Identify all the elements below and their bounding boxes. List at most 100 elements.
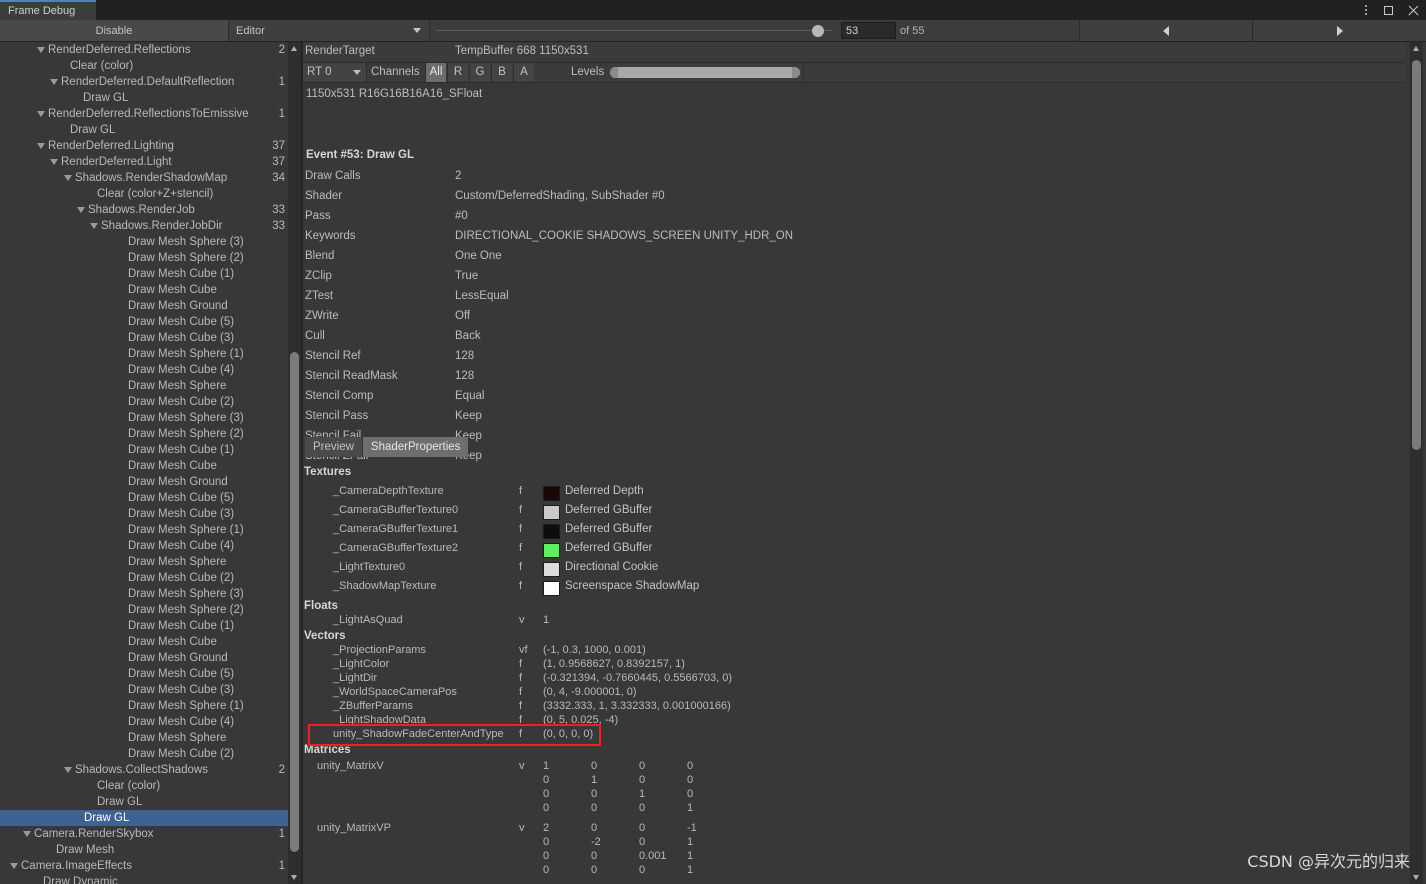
event-tree[interactable]: RenderDeferred.Reflections 2 Clear (color)… [0,42,288,884]
texture-thumbnail[interactable] [543,505,560,520]
texture-thumbnail[interactable] [543,524,560,539]
event-tree-row[interactable]: Draw Mesh Cube (3) [0,506,288,522]
scroll-down-icon[interactable] [1410,871,1423,884]
channel-button-r[interactable]: R [447,63,468,82]
channel-button-b[interactable]: B [491,63,512,82]
channel-button-all[interactable]: All [425,63,446,82]
event-tree-row[interactable]: Draw Mesh Sphere (1) [0,346,288,362]
event-tree-row[interactable]: Draw Mesh Sphere (1) [0,698,288,714]
event-tree-row[interactable]: Draw Mesh Cube (2) [0,746,288,762]
disclosure-triangle-icon[interactable] [37,111,45,117]
event-tree-row[interactable]: Draw Mesh Cube (5) [0,490,288,506]
event-tree-row[interactable]: Draw Mesh Cube (5) [0,666,288,682]
event-tree-row[interactable]: Draw Mesh Sphere [0,554,288,570]
event-tree-row[interactable]: Draw Mesh Sphere (3) [0,234,288,250]
texture-row[interactable]: _CameraGBufferTexture1 f Deferred GBuffer [303,523,1405,542]
event-tree-row[interactable]: Draw GL [0,90,288,106]
frame-slider[interactable] [436,20,832,41]
scroll-down-icon[interactable] [288,871,301,884]
event-tree-row[interactable]: Draw GL [0,794,288,810]
event-tree-row-selected[interactable]: Draw GL [0,810,288,826]
disclosure-triangle-icon[interactable] [64,175,72,181]
disclosure-triangle-icon[interactable] [64,767,72,773]
texture-row[interactable]: _CameraGBufferTexture0 f Deferred GBuffer [303,504,1405,523]
rt-select-dropdown[interactable]: RT 0 [303,63,367,82]
texture-thumbnail[interactable] [543,486,560,501]
disclosure-triangle-icon[interactable] [90,223,98,229]
event-tree-row[interactable]: Draw Mesh Cube (3) [0,330,288,346]
event-tree-row[interactable]: Draw Mesh Cube (1) [0,618,288,634]
texture-row[interactable]: _LightTexture0 f Directional Cookie [303,561,1405,580]
close-icon[interactable] [1407,4,1420,17]
detail-tab-shaderproperties[interactable]: ShaderProperties [362,437,469,457]
event-tree-row[interactable]: Draw Mesh Ground [0,650,288,666]
texture-thumbnail[interactable] [543,543,560,558]
tab-frame-debug[interactable]: Frame Debug [0,0,96,20]
texture-row[interactable]: _ShadowMapTexture f Screenspace ShadowMap [303,580,1405,599]
frame-slider-knob[interactable] [812,25,824,37]
event-tree-row[interactable]: Shadows.RenderJobDir 33 [0,218,288,234]
event-tree-row[interactable]: Clear (color) [0,58,288,74]
event-tree-row[interactable]: Draw Mesh Sphere (1) [0,522,288,538]
event-tree-row[interactable]: Clear (color) [0,778,288,794]
texture-row[interactable]: _CameraDepthTexture f Deferred Depth [303,485,1405,504]
texture-thumbnail[interactable] [543,562,560,577]
context-dropdown[interactable]: Editor [230,20,430,41]
event-tree-row[interactable]: Draw Mesh Cube (1) [0,266,288,282]
disclosure-triangle-icon[interactable] [50,79,58,85]
event-tree-row[interactable]: RenderDeferred.DefaultReflection 1 [0,74,288,90]
channel-button-g[interactable]: G [469,63,490,82]
event-tree-row[interactable]: Draw Mesh Sphere (3) [0,586,288,602]
scroll-up-icon[interactable] [1410,42,1423,55]
next-event-button[interactable] [1254,20,1426,41]
frame-number-input[interactable]: 53 [841,22,896,39]
event-tree-row[interactable]: Draw Mesh [0,842,288,858]
event-tree-row[interactable]: Draw Mesh Sphere (2) [0,426,288,442]
texture-row[interactable]: _CameraGBufferTexture2 f Deferred GBuffer [303,542,1405,561]
event-tree-row[interactable]: Draw Mesh Cube (1) [0,442,288,458]
event-tree-row[interactable]: Draw Mesh Cube (4) [0,538,288,554]
detail-tab-preview[interactable]: Preview [305,437,363,457]
disclosure-triangle-icon[interactable] [10,863,18,869]
event-tree-row[interactable]: Draw Mesh Cube (3) [0,682,288,698]
channel-button-a[interactable]: A [513,63,534,82]
event-tree-row[interactable]: Shadows.CollectShadows 2 [0,762,288,778]
event-tree-row[interactable]: Draw Dynamic [0,874,288,884]
event-tree-row[interactable]: Camera.ImageEffects 1 [0,858,288,874]
disable-button[interactable]: Disable [0,20,229,41]
event-tree-row[interactable]: RenderDeferred.Light 37 [0,154,288,170]
disclosure-triangle-icon[interactable] [37,47,45,53]
maximize-icon[interactable] [1383,4,1396,17]
event-tree-row[interactable]: Draw Mesh Cube (2) [0,570,288,586]
event-tree-row[interactable]: Clear (color+Z+stencil) [0,186,288,202]
event-tree-row[interactable]: RenderDeferred.Lighting 37 [0,138,288,154]
event-tree-row[interactable]: RenderDeferred.ReflectionsToEmissive 1 [0,106,288,122]
event-tree-row[interactable]: Draw Mesh Ground [0,298,288,314]
event-tree-row[interactable]: Draw Mesh Cube [0,282,288,298]
event-tree-row[interactable]: Draw GL [0,122,288,138]
event-tree-row[interactable]: Draw Mesh Cube [0,458,288,474]
event-tree-row[interactable]: Camera.RenderSkybox 1 [0,826,288,842]
texture-thumbnail[interactable] [543,581,560,596]
event-tree-row[interactable]: Draw Mesh Sphere [0,378,288,394]
event-tree-row[interactable]: Draw Mesh Sphere (2) [0,250,288,266]
disclosure-triangle-icon[interactable] [37,143,45,149]
event-tree-scroll-thumb[interactable] [290,352,299,852]
event-tree-row[interactable]: Draw Mesh Sphere (2) [0,602,288,618]
levels-slider[interactable] [610,67,800,78]
detail-scroll-thumb[interactable] [1412,60,1421,450]
event-tree-row[interactable]: Draw Mesh Sphere [0,730,288,746]
event-tree-row[interactable]: Shadows.RenderJob 33 [0,202,288,218]
event-tree-scrollbar[interactable] [288,42,301,884]
scroll-up-icon[interactable] [288,42,301,55]
previous-event-button[interactable] [1079,20,1253,41]
event-tree-row[interactable]: Draw Mesh Cube (2) [0,394,288,410]
event-tree-row[interactable]: Draw Mesh Cube (4) [0,714,288,730]
disclosure-triangle-icon[interactable] [23,831,31,837]
disclosure-triangle-icon[interactable] [77,207,85,213]
event-tree-row[interactable]: Draw Mesh Ground [0,474,288,490]
event-tree-row[interactable]: Draw Mesh Sphere (3) [0,410,288,426]
event-tree-row[interactable]: Draw Mesh Cube (4) [0,362,288,378]
kebab-menu-icon[interactable] [1359,4,1372,17]
event-tree-row[interactable]: Draw Mesh Cube (5) [0,314,288,330]
